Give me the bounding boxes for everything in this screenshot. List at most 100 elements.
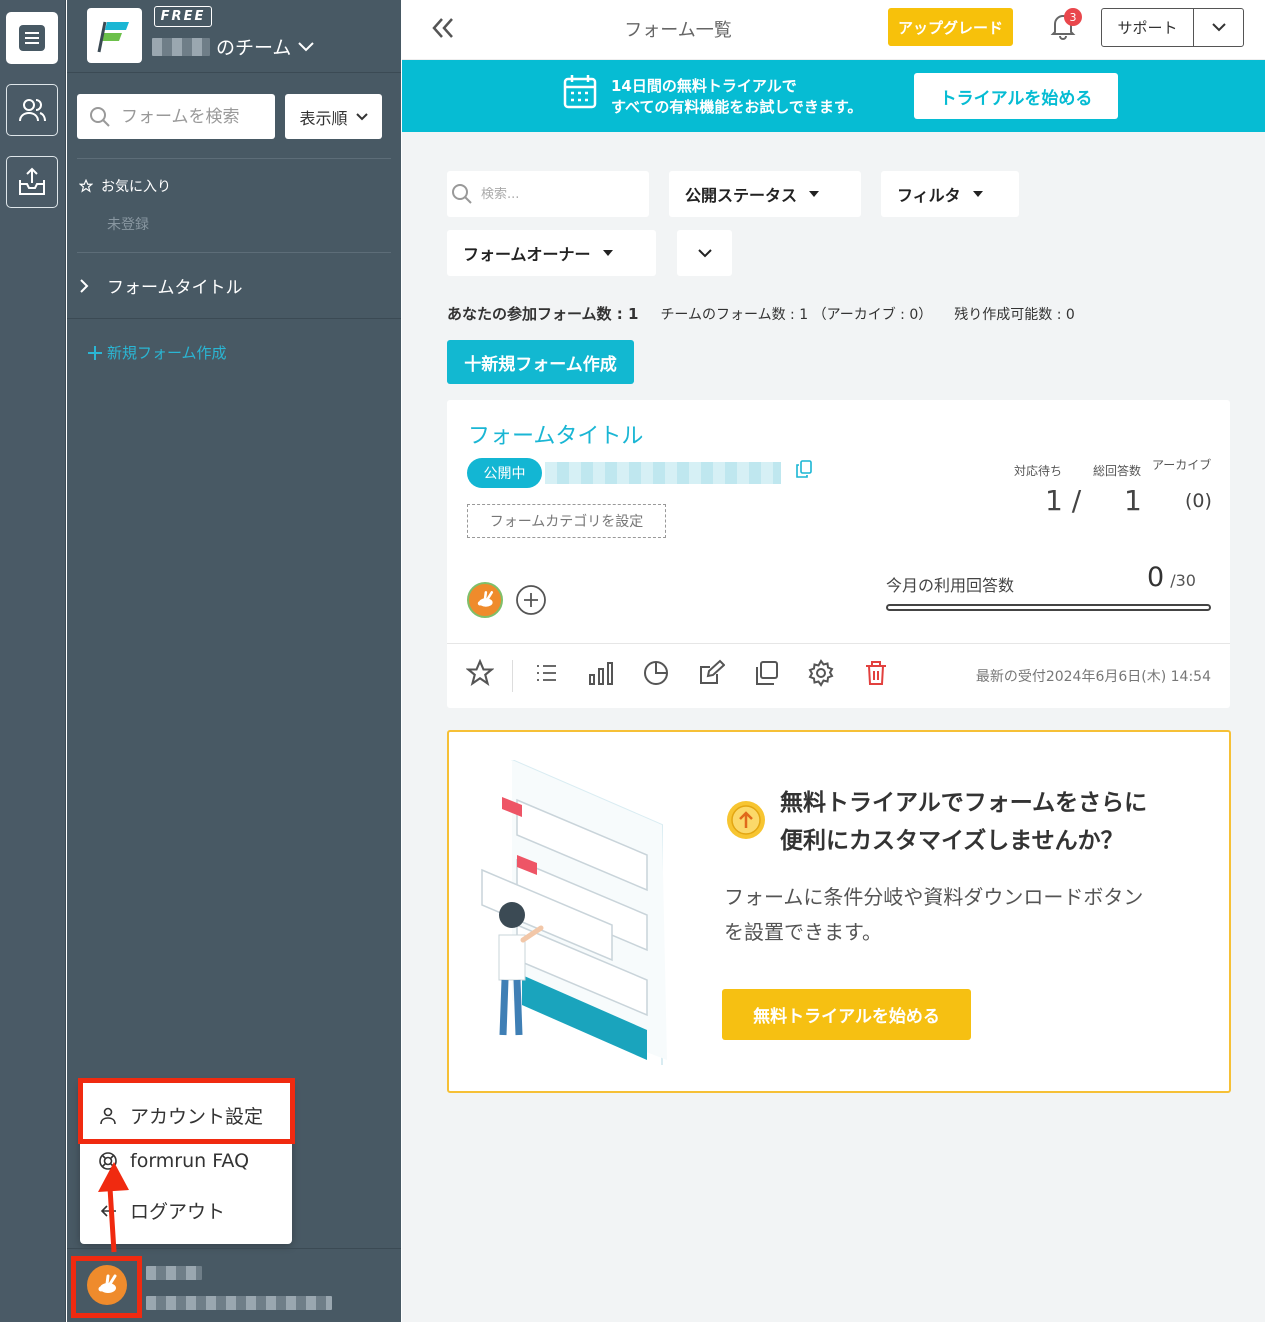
user-icon — [100, 1107, 116, 1124]
form-title-link[interactable]: フォームタイトル — [468, 418, 643, 450]
star-icon[interactable] — [466, 659, 494, 687]
sort-label: 表示順 — [299, 108, 348, 128]
divider — [77, 158, 391, 159]
promo-title-line: 便利にカスタマイズしませんか？ — [780, 828, 1124, 854]
set-category-button[interactable]: フォームカテゴリを設定 — [467, 504, 666, 538]
favorites-empty: 未登録 — [107, 217, 149, 233]
favorites-label: お気に入り — [101, 179, 171, 195]
notification-badge: 3 — [1064, 8, 1082, 26]
owner-filter-label: フォームオーナー — [463, 245, 591, 264]
banner-line: すべての有料機能をお試しできます。 — [611, 98, 863, 116]
participating-count: あなたの参加フォーム数 : 1 — [447, 305, 639, 323]
chevron-down-icon — [355, 112, 368, 120]
document-list-icon — [19, 25, 45, 51]
status-filter-label: 公開ステータス — [685, 186, 798, 205]
icon-rail — [0, 0, 66, 1322]
copy-icon[interactable] — [796, 460, 812, 478]
plan-badge: FREE — [154, 6, 212, 27]
support-dropdown[interactable] — [1194, 9, 1243, 46]
users-icon — [19, 99, 46, 122]
inbox-nav-button[interactable] — [6, 156, 58, 208]
user-email-blurred — [146, 1296, 332, 1310]
status-badge: 公開中 — [467, 458, 542, 488]
usage-progress-bar — [886, 604, 1211, 611]
form-search[interactable] — [447, 171, 649, 217]
archive-label: アーカイブ — [1152, 458, 1212, 472]
promo-title: 無料トライアルでフォームをさらに 便利にカスタマイズしませんか？ — [780, 784, 1200, 860]
rabbit-avatar-icon — [477, 591, 494, 607]
upgrade-button[interactable]: アップグレード — [888, 8, 1013, 46]
promo-title-line: 無料トライアルでフォームをさらに — [780, 790, 1148, 816]
form-card: フォームタイトル 公開中 フォームカテゴリを設定 対応待ち 1 / 総回答数 1… — [447, 400, 1230, 708]
pending-label: 対応待ち — [1014, 464, 1063, 478]
search-icon — [90, 106, 110, 127]
chevron-down-icon — [697, 248, 712, 257]
sidebar-item-form[interactable]: フォームタイトル — [79, 273, 243, 298]
formrun-logo-icon — [97, 21, 129, 52]
chevron-down-icon — [1211, 23, 1226, 32]
menu-item-logout[interactable]: ログアウト — [98, 1197, 225, 1224]
promo-start-trial-button[interactable]: 無料トライアルを始める — [722, 989, 971, 1040]
member-avatar[interactable] — [467, 582, 503, 618]
favorites-header: お気に入り — [79, 176, 171, 196]
filter-dropdown[interactable]: フィルタ — [881, 171, 1019, 217]
sidebar-search[interactable] — [77, 94, 275, 139]
new-form-button[interactable]: 十新規フォーム作成 — [447, 340, 634, 384]
coin-upgrade-icon — [727, 801, 765, 839]
support-label: サポート — [1102, 9, 1194, 46]
sidebar-search-input[interactable] — [121, 106, 271, 127]
start-trial-button[interactable]: トライアルを始める — [914, 73, 1118, 119]
form-counts: あなたの参加フォーム数 : 1 チームのフォーム数 : 1 （アーカイブ : 0… — [447, 303, 1075, 324]
menu-item-account-settings[interactable]: アカウント設定 — [98, 1102, 263, 1129]
total-label: 総回答数 — [1093, 464, 1142, 478]
account-menu: アカウント設定 formrun FAQ ログアウト — [80, 1082, 292, 1244]
support-button[interactable]: サポート — [1101, 8, 1244, 47]
bar-chart-icon[interactable] — [587, 659, 615, 687]
lifebuoy-icon — [99, 1152, 117, 1170]
user-avatar[interactable] — [87, 1265, 127, 1305]
main-content: 公開ステータス フィルタ フォームオーナー あなたの参加フォーム数 : 1 チー… — [402, 132, 1265, 1322]
promo-desc-line: を設置できます。 — [724, 920, 882, 944]
pending-value: 1 / — [1045, 484, 1082, 517]
divider — [67, 72, 401, 73]
divider — [67, 1248, 401, 1249]
trash-icon[interactable] — [862, 659, 890, 687]
form-url-blurred[interactable] — [545, 462, 781, 484]
gear-icon[interactable] — [807, 659, 835, 687]
menu-label: アカウント設定 — [130, 1106, 264, 1128]
plus-icon — [88, 345, 102, 360]
pie-chart-icon[interactable] — [642, 659, 670, 687]
team-logo[interactable] — [87, 8, 142, 63]
chevron-down-icon — [298, 41, 315, 51]
edit-icon[interactable] — [697, 659, 725, 687]
owner-filter[interactable]: フォームオーナー — [447, 230, 656, 276]
page-title: フォーム一覧 — [624, 20, 732, 41]
divider — [77, 252, 391, 253]
form-builder-illustration — [481, 760, 667, 1065]
menu-item-faq[interactable]: formrun FAQ — [98, 1150, 249, 1172]
status-filter[interactable]: 公開ステータス — [669, 171, 861, 217]
usage-label: 今月の利用回答数 — [886, 576, 1015, 595]
duplicate-icon[interactable] — [752, 659, 780, 687]
remaining-count: 残り作成可能数 : 0 — [954, 306, 1075, 323]
total-value: 1 — [1124, 484, 1142, 517]
list-icon[interactable] — [532, 659, 560, 687]
more-filters-button[interactable] — [677, 230, 732, 276]
usage-max: /30 — [1170, 571, 1196, 590]
divider — [512, 660, 513, 692]
sort-select[interactable]: 表示順 — [285, 94, 382, 139]
members-nav-button[interactable] — [6, 84, 58, 136]
team-name-suffix: のチーム — [216, 37, 292, 59]
inbox-upload-icon — [19, 167, 45, 195]
team-switcher[interactable]: のチーム — [152, 33, 315, 60]
sidebar-new-form-label: 新規フォーム作成 — [107, 344, 227, 362]
sidebar-new-form-link[interactable]: 新規フォーム作成 — [87, 342, 227, 363]
star-icon — [79, 179, 93, 193]
add-circle-icon[interactable] — [515, 584, 547, 616]
caret-down-icon — [602, 250, 613, 256]
form-search-input[interactable] — [481, 186, 631, 202]
menu-label: formrun FAQ — [130, 1150, 250, 1172]
user-name-blurred — [146, 1266, 202, 1280]
forms-nav-button[interactable] — [6, 12, 58, 64]
chevron-right-icon — [80, 278, 89, 293]
